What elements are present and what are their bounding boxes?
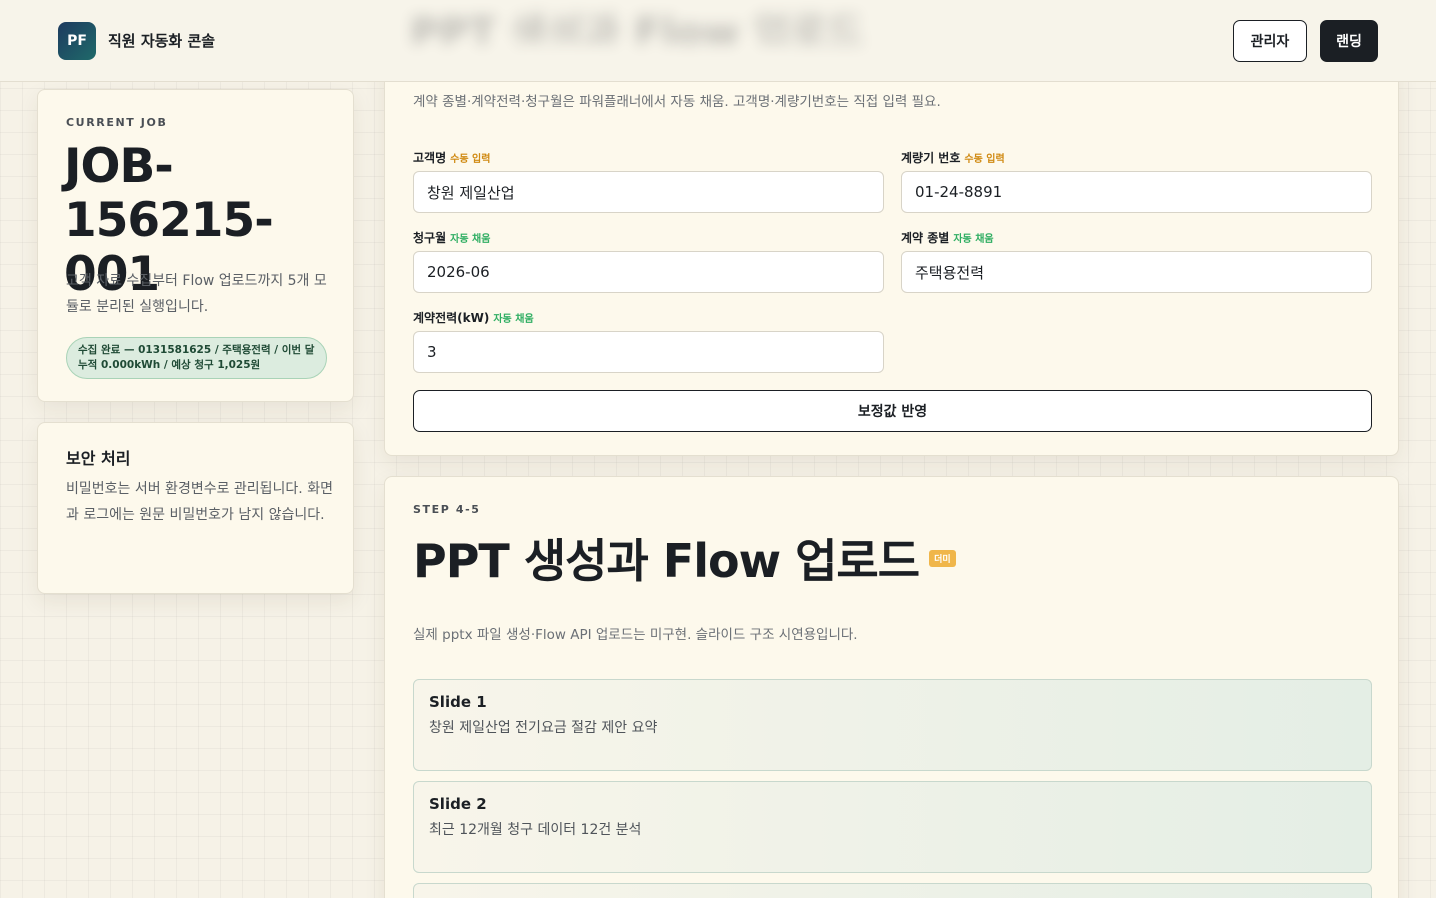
- slide-item[interactable]: Slide 2 최근 12개월 청구 데이터 12건 분석: [413, 781, 1372, 873]
- top-header: PF 직원 자동화 콘솔 PPT 생성과 Flow 업로드 관리자 랜딩: [0, 0, 1436, 82]
- contract-type-input[interactable]: [901, 251, 1372, 293]
- customer-name-label-text: 고객명: [413, 151, 447, 165]
- billing-month-label: 청구월 자동 채움: [413, 229, 490, 246]
- landing-button[interactable]: 랜딩: [1320, 20, 1378, 62]
- auto-fill-tag: 자동 채움: [953, 234, 994, 245]
- meter-number-input[interactable]: [901, 171, 1372, 213]
- slide-name: Slide 1: [429, 693, 487, 711]
- logo-badge[interactable]: PF: [58, 22, 96, 60]
- apply-correction-button[interactable]: 보정값 반영: [413, 390, 1372, 432]
- customer-name-label: 고객명 수동 입력: [413, 149, 490, 166]
- slide-item-partial[interactable]: [413, 883, 1372, 898]
- ppt-title-text: PPT 생성과 Flow 업로드: [413, 534, 920, 588]
- security-card: 보안 처리 비밀번호는 서버 환경변수로 관리됩니다. 화면과 로그에는 원문 …: [37, 422, 354, 594]
- contract-type-label: 계약 종별 자동 채움: [901, 229, 994, 246]
- current-job-eyebrow: CURRENT JOB: [66, 116, 168, 129]
- blurred-page-title: PPT 생성과 Flow 업로드: [410, 10, 864, 44]
- collection-status-badge: 수집 완료 — 0131581625 / 주택용전력 / 이번 달 누적 0.0…: [66, 337, 327, 379]
- brand-title[interactable]: 직원 자동화 콘솔: [108, 30, 215, 51]
- slide-name: Slide 2: [429, 795, 487, 813]
- manual-input-tag: 수동 입력: [964, 154, 1005, 165]
- job-description: 고객 자료 수집부터 Flow 업로드까지 5개 모듈로 분리된 실행입니다.: [66, 273, 327, 315]
- slide-description: 창원 제일산업 전기요금 절감 제안 요약: [429, 720, 658, 736]
- customer-form-card: 계약 종별·계약전력·청구월은 파워플래너에서 자동 채움. 고객명·계량기번호…: [384, 60, 1399, 456]
- ppt-generation-card: STEP 4-5 PPT 생성과 Flow 업로드 더미 실제 pptx 파일 …: [384, 476, 1399, 898]
- contract-type-label-text: 계약 종별: [901, 231, 950, 245]
- billing-month-label-text: 청구월: [413, 231, 447, 245]
- admin-button[interactable]: 관리자: [1233, 20, 1307, 62]
- contract-power-input[interactable]: [413, 331, 884, 373]
- security-body: 비밀번호는 서버 환경변수로 관리됩니다. 화면과 로그에는 원문 비밀번호가 …: [66, 481, 333, 523]
- auto-fill-tag: 자동 채움: [493, 314, 534, 325]
- contract-power-label-text: 계약전력(kW): [413, 311, 490, 325]
- step-eyebrow: STEP 4-5: [413, 503, 481, 516]
- ppt-section-title: PPT 생성과 Flow 업로드 더미: [413, 525, 956, 591]
- dummy-badge: 더미: [929, 549, 956, 567]
- manual-input-tag: 수동 입력: [450, 154, 491, 165]
- slide-description: 최근 12개월 청구 데이터 12건 분석: [429, 822, 642, 838]
- slide-item[interactable]: Slide 1 창원 제일산업 전기요금 절감 제안 요약: [413, 679, 1372, 771]
- contract-power-label: 계약전력(kW) 자동 채움: [413, 309, 534, 326]
- billing-month-input[interactable]: [413, 251, 884, 293]
- current-job-card: CURRENT JOB JOB-156215-001 고객 자료 수집부터 Fl…: [37, 89, 354, 402]
- security-title: 보안 처리: [66, 449, 131, 468]
- ppt-note: 실제 pptx 파일 생성·Flow API 업로드는 미구현. 슬라이드 구조…: [413, 627, 858, 643]
- auto-fill-tag: 자동 채움: [450, 234, 491, 245]
- form-note: 계약 종별·계약전력·청구월은 파워플래너에서 자동 채움. 고객명·계량기번호…: [413, 94, 941, 110]
- customer-name-input[interactable]: [413, 171, 884, 213]
- meter-number-label-text: 계량기 번호: [901, 151, 961, 165]
- meter-number-label: 계량기 번호 수동 입력: [901, 149, 1005, 166]
